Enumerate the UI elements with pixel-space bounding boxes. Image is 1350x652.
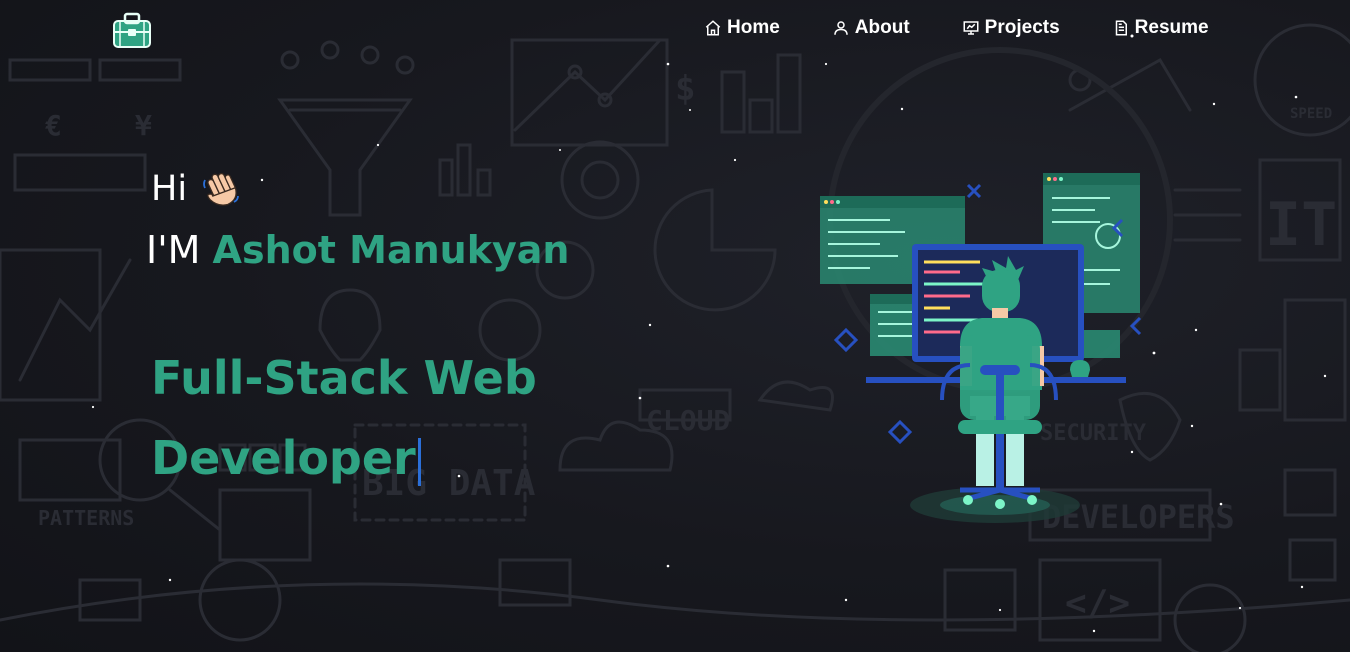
logo-briefcase-icon[interactable] (112, 10, 152, 50)
home-icon (705, 20, 721, 36)
role-typewriter: Full-Stack Web Developer (151, 338, 571, 498)
nav-projects[interactable]: Projects (962, 16, 1060, 40)
nav-about-label: About (854, 17, 910, 38)
role-line-2: Developer (151, 431, 416, 485)
greeting-text: Hi (151, 169, 188, 209)
developer-illustration (820, 173, 1142, 523)
navbar: Home About Projects Resume (0, 0, 1350, 56)
page: CLOUD BIG DATA PATTERNS DEVELOPERS SECUR… (0, 0, 1350, 652)
nav-resume[interactable]: Resume (1112, 16, 1209, 40)
nav-resume-label: Resume (1134, 17, 1209, 38)
presentation-icon (963, 21, 979, 35)
intro-prefix: I'M (146, 228, 201, 272)
nav-home-label: Home (727, 17, 780, 38)
document-icon (1115, 20, 1127, 36)
role-line-1: Full-Stack Web (151, 351, 537, 405)
nav-about[interactable]: About (832, 16, 910, 40)
intro-line: I'M Ashot Manukyan (146, 228, 569, 272)
greeting: Hi (151, 168, 241, 210)
typing-cursor (417, 437, 421, 486)
user-icon (834, 21, 848, 35)
nav-home[interactable]: Home (704, 16, 780, 40)
developer-name: Ashot Manukyan (212, 228, 570, 272)
nav-projects-label: Projects (984, 17, 1060, 38)
nav-links: Home About Projects Resume (704, 16, 1209, 40)
waving-hand-icon (203, 172, 239, 206)
